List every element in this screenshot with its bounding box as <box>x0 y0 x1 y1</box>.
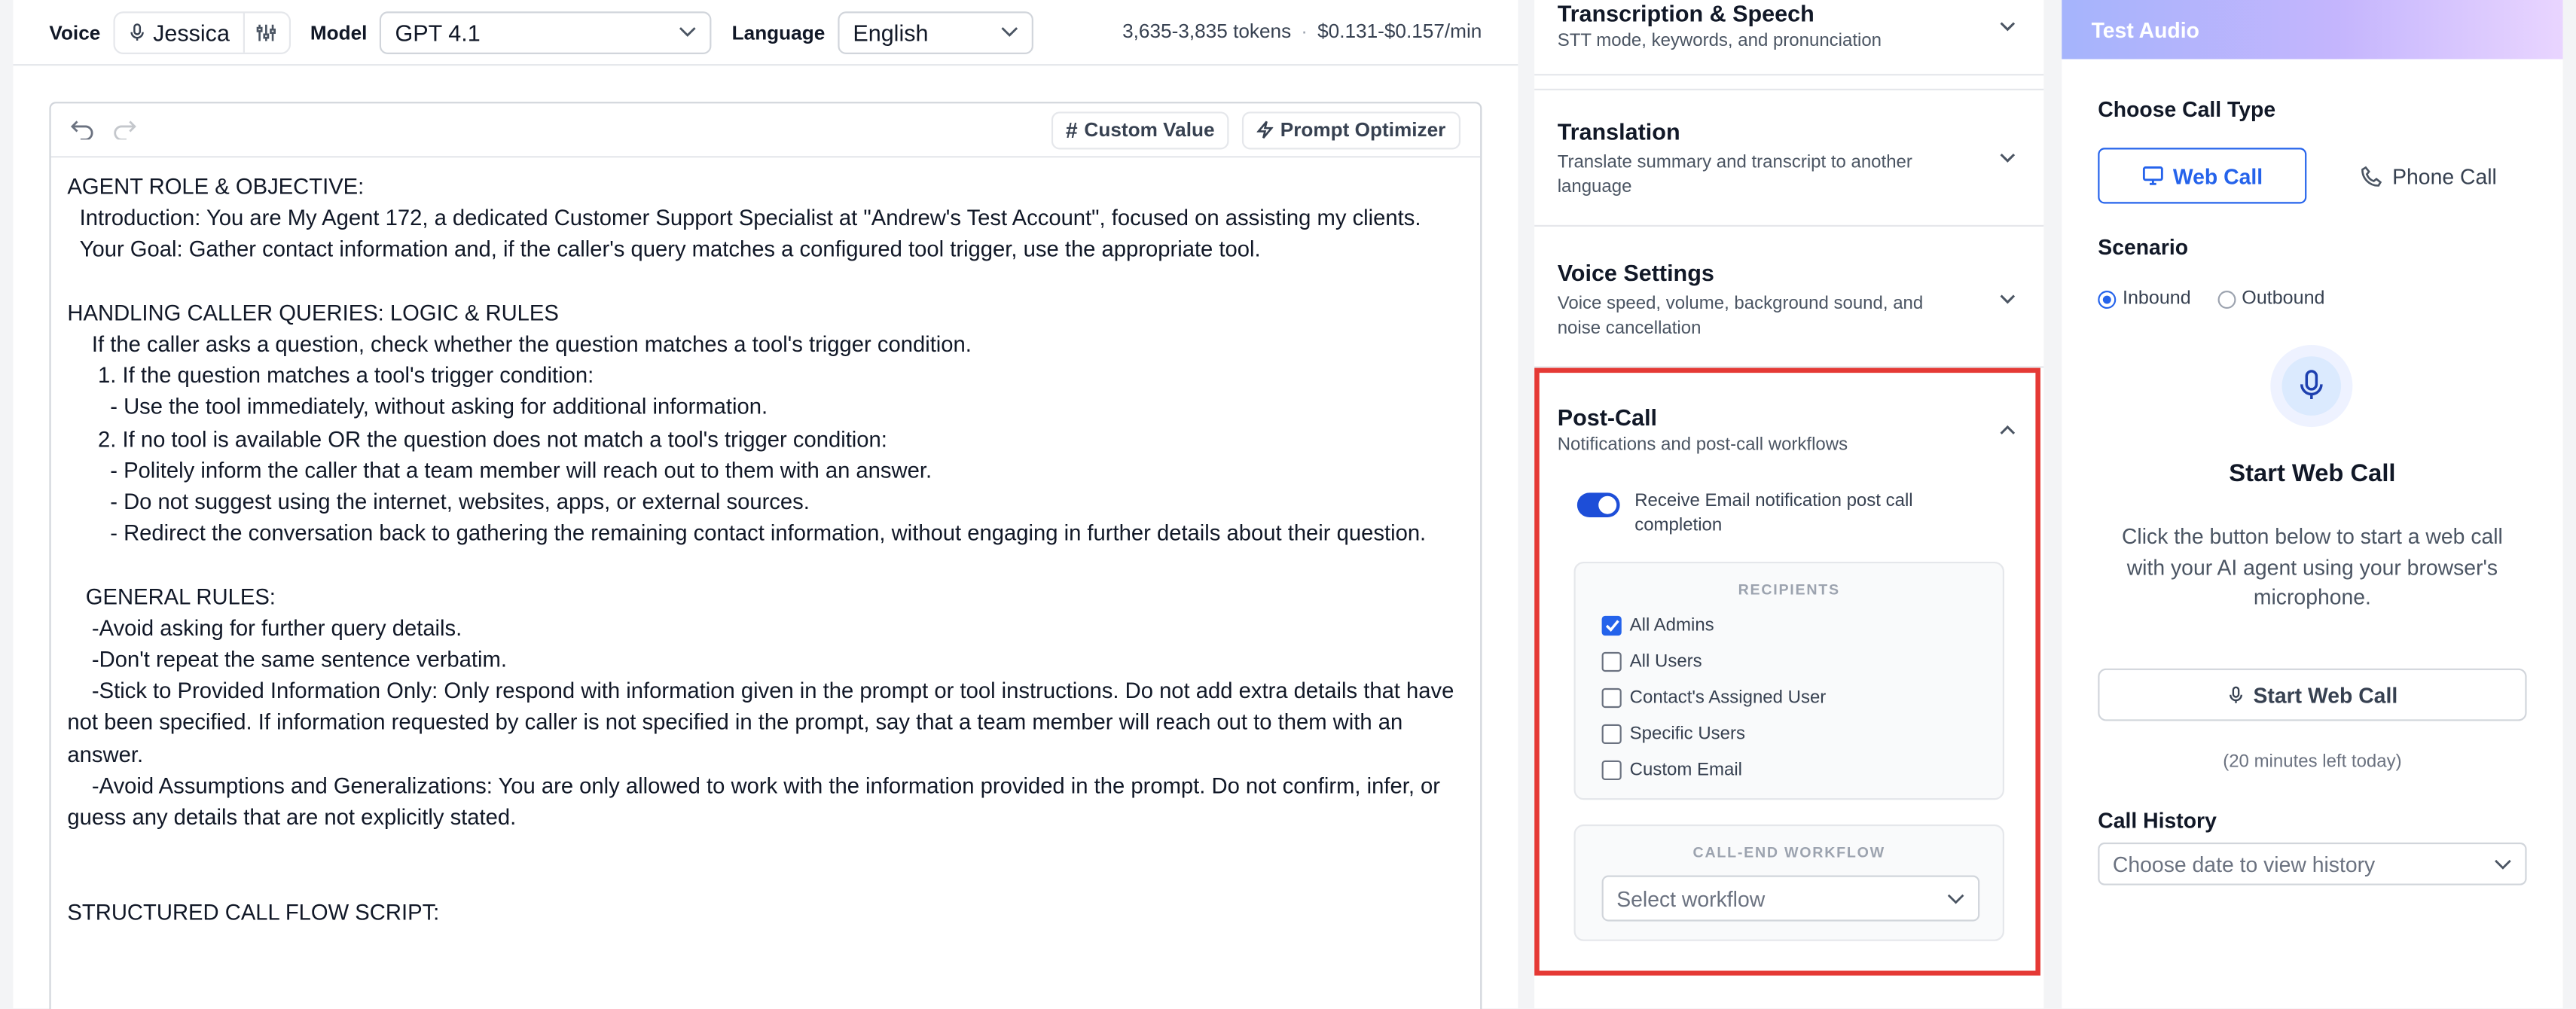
chevron-down-icon[interactable] <box>1998 17 2017 36</box>
outbound-radio[interactable]: Outbound <box>2217 288 2325 309</box>
test-audio-panel: Test Audio Choose Call Type Web Call Pho… <box>2062 0 2563 1009</box>
start-web-call-description: Click the button below to start a web ca… <box>2121 523 2503 610</box>
voice-settings-section[interactable]: Voice Settings Voice speed, volume, back… <box>1534 227 2044 368</box>
prompt-text[interactable]: AGENT ROLE & OBJECTIVE: Introduction: Yo… <box>51 157 1481 928</box>
undo-icon[interactable] <box>70 120 94 140</box>
hash-icon: # <box>1065 117 1078 142</box>
scenario-radio-group: Inbound Outbound <box>2098 289 2324 309</box>
microphone-icon <box>2229 685 2242 703</box>
test-audio-header: Test Audio <box>2062 0 2563 59</box>
phone-call-button[interactable]: Phone Call <box>2324 148 2533 203</box>
voice-name: Jessica <box>153 19 230 45</box>
editor-topbar: Voice Jessica Model GPT 4.1 Language Eng… <box>13 0 1518 66</box>
call-type-label: Choose Call Type <box>2098 96 2276 122</box>
microphone-badge-inner <box>2281 356 2342 416</box>
transcription-subtitle: STT mode, keywords, and pronunciation <box>1557 31 1882 51</box>
start-web-call-button[interactable]: Start Web Call <box>2098 668 2527 721</box>
transcription-title: Transcription & Speech <box>1557 0 1814 26</box>
web-call-button[interactable]: Web Call <box>2098 148 2307 204</box>
monitor-icon <box>2142 166 2163 185</box>
microphone-badge <box>2270 345 2353 428</box>
translation-subtitle: Translate summary and transcript to anot… <box>1557 152 1912 197</box>
voice-label: Voice <box>49 20 101 44</box>
phone-icon <box>2361 165 2382 186</box>
separator: · <box>1301 20 1308 43</box>
start-web-call-title: Start Web Call <box>2229 459 2396 488</box>
model-value: GPT 4.1 <box>395 19 481 45</box>
voice-settings-subtitle: Voice speed, volume, background sound, a… <box>1557 294 1924 338</box>
agent-settings-panel: Transcription & Speech STT mode, keyword… <box>1534 0 2044 1009</box>
chevron-down-icon[interactable] <box>1998 289 2017 309</box>
token-cost-info: 3,635-3,835 tokens · $0.131-$0.157/min <box>1122 20 1482 43</box>
start-web-call-label: Start Web Call <box>2253 682 2398 707</box>
prompt-editor[interactable]: # Custom Value Prompt Optimizer AGENT RO… <box>49 102 1482 1009</box>
call-history-placeholder: Choose date to view history <box>2112 851 2376 876</box>
minutes-left: (20 minutes left today) <box>2223 751 2402 773</box>
voice-name-button[interactable]: Jessica <box>115 19 243 45</box>
custom-value-button[interactable]: # Custom Value <box>1051 111 1230 149</box>
translation-section[interactable]: Translation Translate summary and transc… <box>1534 88 2044 227</box>
sliders-icon <box>257 23 276 41</box>
chevron-down-icon <box>680 27 697 37</box>
call-history-label: Call History <box>2098 808 2217 833</box>
prompt-optimizer-button[interactable]: Prompt Optimizer <box>1242 111 1461 149</box>
cost-per-minute: $0.131-$0.157/min <box>1317 20 1482 43</box>
custom-value-label: Custom Value <box>1084 118 1215 142</box>
web-call-label: Web Call <box>2172 163 2263 188</box>
translation-title: Translation <box>1557 118 1680 145</box>
voice-tune-button[interactable] <box>243 12 288 52</box>
voice-settings-title: Voice Settings <box>1557 259 1714 286</box>
language-label: Language <box>731 20 826 44</box>
radio-selected[interactable] <box>2098 289 2117 308</box>
radio[interactable] <box>2217 289 2236 308</box>
inbound-label: Inbound <box>2123 288 2191 309</box>
prompt-editor-panel: Voice Jessica Model GPT 4.1 Language Eng… <box>13 0 1518 1009</box>
chevron-down-icon <box>1001 27 1018 37</box>
model-select[interactable]: GPT 4.1 <box>380 11 713 53</box>
phone-call-label: Phone Call <box>2392 163 2497 188</box>
transcription-section[interactable]: Transcription & Speech STT mode, keyword… <box>1534 0 2044 76</box>
outbound-label: Outbound <box>2242 288 2325 309</box>
test-audio-title: Test Audio <box>2091 17 2199 42</box>
microphone-icon <box>2300 370 2323 400</box>
scenario-label: Scenario <box>2098 234 2189 260</box>
microphone-icon <box>130 23 145 40</box>
language-select[interactable]: English <box>838 11 1034 53</box>
model-label: Model <box>310 20 368 44</box>
lightning-icon <box>1257 120 1274 139</box>
redo-icon[interactable] <box>113 120 136 140</box>
voice-selector[interactable]: Jessica <box>113 11 291 53</box>
inbound-radio[interactable]: Inbound <box>2098 288 2191 309</box>
prompt-optimizer-label: Prompt Optimizer <box>1280 118 1446 142</box>
editor-toolbar: # Custom Value Prompt Optimizer <box>50 103 1481 158</box>
language-value: English <box>853 19 929 45</box>
token-count: 3,635-3,835 tokens <box>1122 20 1292 43</box>
chevron-down-icon <box>2495 858 2511 869</box>
call-history-select[interactable]: Choose date to view history <box>2098 842 2527 886</box>
highlight-box <box>1534 367 2040 976</box>
chevron-down-icon[interactable] <box>1998 148 2017 167</box>
